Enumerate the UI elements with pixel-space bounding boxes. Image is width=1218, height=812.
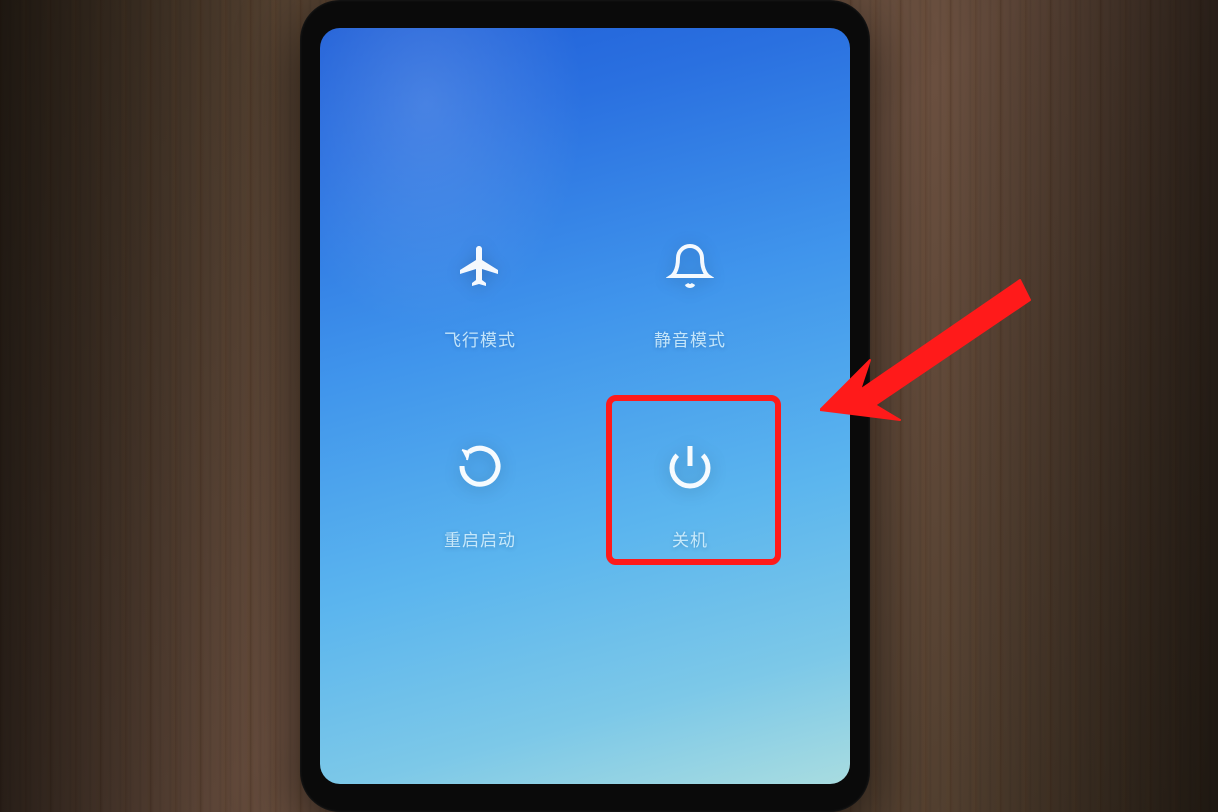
bell-icon <box>660 236 720 296</box>
airplane-icon <box>450 236 510 296</box>
restart-button[interactable]: 重启启动 <box>385 398 575 578</box>
power-off-label: 关机 <box>672 526 708 551</box>
airplane-mode-label: 飞行模式 <box>444 326 516 351</box>
power-icon <box>660 436 720 496</box>
restart-label: 重启启动 <box>444 526 516 551</box>
airplane-mode-button[interactable]: 飞行模式 <box>385 198 575 378</box>
power-off-button[interactable]: 关机 <box>595 398 785 578</box>
power-menu: 飞行模式 静音模式 <box>385 198 785 578</box>
restart-icon <box>450 436 510 496</box>
phone-screen: 飞行模式 静音模式 <box>320 28 850 784</box>
silent-mode-label: 静音模式 <box>654 326 726 351</box>
silent-mode-button[interactable]: 静音模式 <box>595 198 785 378</box>
phone-frame: 飞行模式 静音模式 <box>300 0 870 812</box>
